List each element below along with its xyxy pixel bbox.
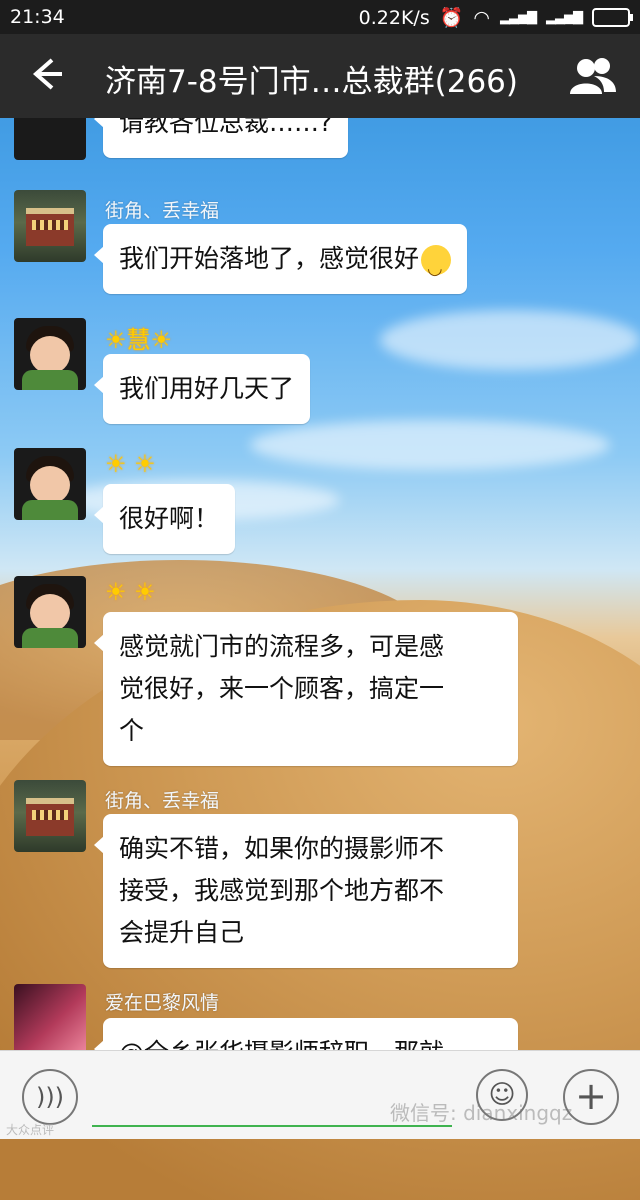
sender-name: ☀慧☀ (105, 326, 173, 354)
message-bubble[interactable]: 我们开始落地了，感觉很好 (93, 224, 468, 294)
avatar[interactable] (14, 448, 86, 520)
chat-header: 济南7-8号门市…总裁群(266) (0, 34, 640, 118)
message-bubble[interactable]: 请教各位总裁……? (93, 118, 349, 158)
status-bar: 21:34 0.22K/s ⏰ ◠ ▂▃▅▇ ▂▃▅▇ (0, 0, 640, 34)
avatar[interactable] (14, 576, 86, 648)
message-bubble[interactable]: 很好啊！ (93, 484, 236, 554)
message-text: 很好啊！ (119, 504, 220, 533)
message-text-line: 接受，我感觉到那个地方都不 (119, 876, 445, 905)
battery-icon (592, 8, 633, 27)
avatar[interactable] (14, 780, 86, 852)
message-text-line: 个 (119, 716, 145, 745)
network-speed: 0.22K/s (358, 6, 430, 29)
message-text-line: 感觉就门市的流程多，可是感 (119, 632, 445, 661)
avatar[interactable] (14, 984, 86, 1050)
arrow-left-icon[interactable] (22, 52, 66, 96)
avatar[interactable] (14, 190, 86, 262)
sender-name: ☀ ☀ (105, 450, 156, 478)
sender-name: ☀ ☀ (105, 578, 156, 606)
page-title: 济南7-8号门市…总裁群(266) (105, 64, 518, 100)
status-time: 21:34 (10, 6, 65, 28)
group-members-icon[interactable] (568, 54, 618, 98)
message-text: 请教各位总裁……? (119, 118, 333, 137)
message-list[interactable]: 请教各位总裁……? 街角、丢幸福 我们开始落地了，感觉很好 ☀慧☀ 我们用好几天… (0, 118, 640, 1050)
alarm-icon: ⏰ (439, 7, 464, 29)
sender-name: 爱在巴黎风情 (105, 992, 220, 1014)
message-bubble[interactable]: 确实不错，如果你的摄影师不 接受，我感觉到那个地方都不 会提升自己 (94, 814, 518, 968)
message-text-line: 会提升自己 (119, 918, 245, 947)
avatar[interactable] (14, 118, 86, 160)
emoji-icon[interactable]: ☺ (476, 1069, 528, 1121)
sender-name: 街角、丢幸福 (105, 200, 220, 222)
voice-icon[interactable]: ))) (22, 1069, 78, 1125)
message-bubble[interactable]: 我们用好几天了 (93, 354, 311, 424)
smile-emoji-icon (421, 245, 452, 290)
message-text: @全乡张华摄影师辞职，那就 (119, 1038, 444, 1050)
message-bubble[interactable]: 感觉就门市的流程多，可是感 觉很好，来一个顾客，搞定一 个 (94, 612, 518, 766)
message-text: 我们用好几天了 (119, 374, 295, 403)
watermark-small-text: 大众点评 (6, 1123, 55, 1137)
signal-icon: ▂▃▅▇ (546, 10, 583, 25)
message-text: 我们开始落地了，感觉很好 (119, 244, 420, 273)
plus-icon[interactable]: + (563, 1069, 619, 1125)
message-text-line: 确实不错，如果你的摄影师不 (119, 834, 445, 863)
input-bar: ))) 微信号: dianxingqz 大众点评 ☺ + (0, 1050, 640, 1139)
message-bubble[interactable]: @全乡张华摄影师辞职，那就 (94, 1018, 518, 1050)
message-text-line: 觉很好，来一个顾客，搞定一 (119, 674, 445, 703)
sender-name: 街角、丢幸福 (105, 790, 220, 812)
wifi-icon: ◠ (473, 6, 490, 29)
avatar[interactable] (14, 318, 86, 390)
signal-icon: ▂▃▅▇ (500, 10, 537, 25)
